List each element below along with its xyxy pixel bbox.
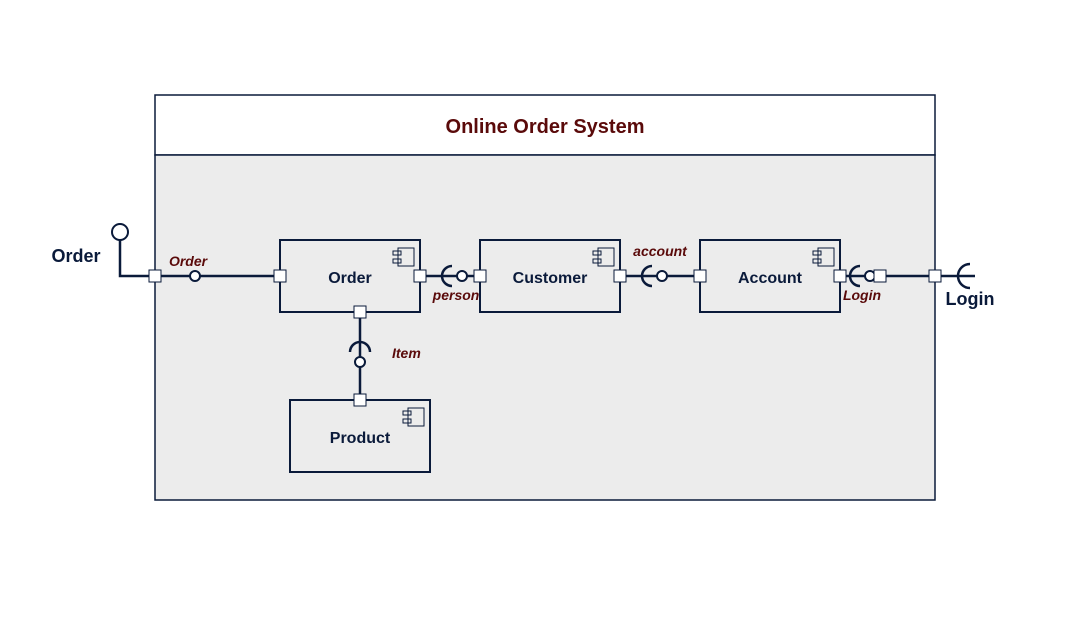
port-login-inner: [874, 270, 886, 282]
ball-icon: [190, 271, 200, 281]
component-order-label: Order: [328, 270, 372, 287]
frame-port-right: [929, 270, 941, 282]
external-login: Login: [941, 264, 994, 309]
ball-icon: [355, 357, 365, 367]
port-order-right: [414, 270, 426, 282]
component-product-label: Product: [330, 430, 391, 447]
port-product-top: [354, 394, 366, 406]
external-order: Order: [51, 224, 149, 276]
external-order-label: Order: [51, 246, 100, 266]
port-customer-right: [614, 270, 626, 282]
interface-login-label: Login: [843, 287, 881, 303]
ball-icon: [112, 224, 128, 240]
interface-account-label: account: [633, 243, 688, 259]
ball-icon: [657, 271, 667, 281]
port-customer-left: [474, 270, 486, 282]
system-frame: Online Order System: [155, 95, 935, 500]
system-title: Online Order System: [446, 116, 645, 138]
external-login-label: Login: [946, 289, 995, 309]
port-order-bottom: [354, 306, 366, 318]
component-customer-label: Customer: [513, 270, 588, 287]
frame-port-left: [149, 270, 161, 282]
interface-item-label: Item: [392, 345, 421, 361]
interface-order-label: Order: [169, 253, 209, 269]
port-account-left: [694, 270, 706, 282]
interface-person-label: person: [432, 287, 480, 303]
ball-icon: [457, 271, 467, 281]
port-account-right: [834, 270, 846, 282]
component-account-label: Account: [738, 270, 803, 287]
port-order-left: [274, 270, 286, 282]
